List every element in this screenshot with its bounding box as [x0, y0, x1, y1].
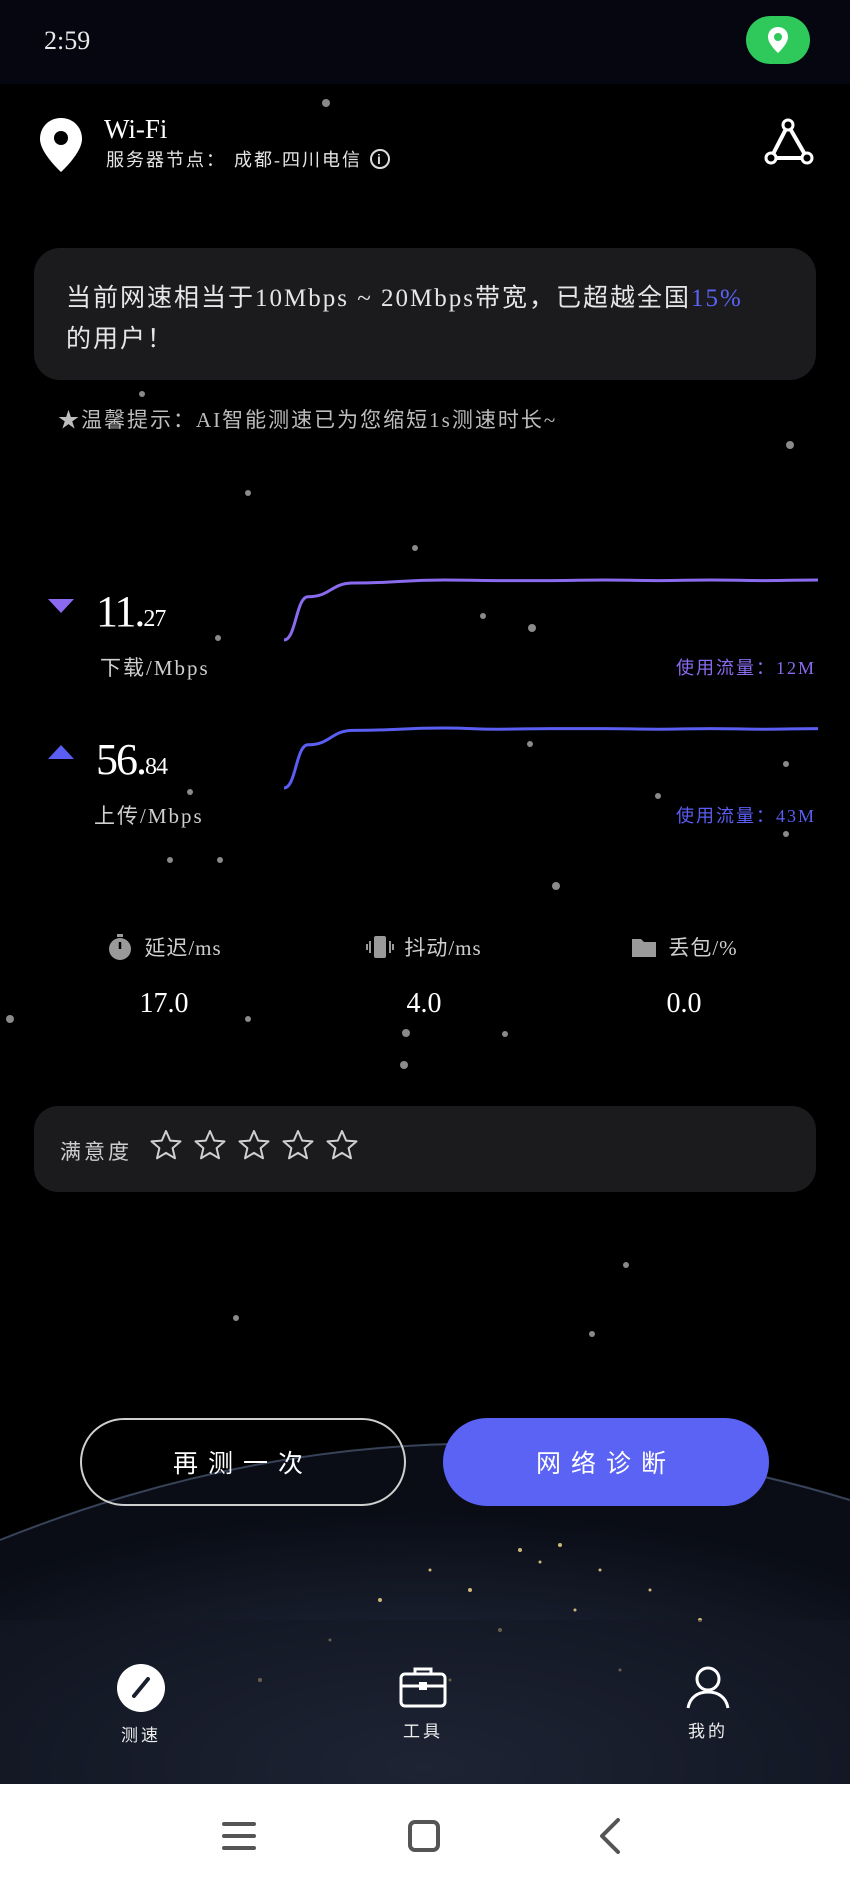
tab-tools[interactable]: 工具: [363, 1664, 483, 1742]
download-arrow-icon: [48, 599, 74, 613]
retest-button[interactable]: 再测一次: [80, 1418, 406, 1506]
download-curve: [284, 578, 818, 642]
server-node-label: 服务器节点：: [106, 150, 226, 170]
jitter-stat: 抖动/ms 4.0: [334, 932, 514, 1020]
download-speed: 11.27: [96, 587, 166, 636]
vibration-icon: [366, 936, 395, 958]
status-time: 2:59: [44, 26, 91, 55]
speedometer-icon: [117, 1664, 165, 1712]
tab-label: 工具: [403, 1722, 443, 1741]
star-icon[interactable]: [150, 1129, 182, 1161]
server-node-value: 成都-四川电信: [234, 150, 362, 170]
upload-speed: 56.84: [96, 735, 168, 784]
back-icon[interactable]: [596, 1816, 624, 1856]
server-node[interactable]: 服务器节点： 成都-四川电信 i: [106, 146, 390, 172]
location-pin-icon: [768, 27, 788, 53]
packet-loss-value: 0.0: [666, 988, 702, 1019]
star-icon[interactable]: [326, 1129, 358, 1161]
star-icon[interactable]: [282, 1129, 314, 1161]
status-bar: [0, 0, 850, 84]
packet-loss-stat: 丢包/% 0.0: [594, 932, 774, 1020]
tab-label: 测速: [121, 1726, 161, 1745]
share-icon[interactable]: [762, 118, 816, 168]
percent-highlight: 15%: [690, 285, 743, 312]
speed-curves: [284, 578, 818, 790]
download-unit-label: 下载/Mbps: [100, 656, 210, 680]
tab-label: 我的: [688, 1722, 728, 1741]
rating-label: 满意度: [60, 1140, 132, 1164]
jitter-value: 4.0: [406, 988, 442, 1019]
location-indicator: [746, 16, 810, 64]
upload-arrow-icon: [48, 745, 74, 759]
latency-label: 延迟/ms: [144, 936, 222, 960]
latency-value: 17.0: [139, 988, 189, 1019]
packet-loss-label: 丢包/%: [668, 936, 738, 960]
user-icon: [686, 1666, 730, 1709]
result-card: 当前网速相当于10Mbps ~ 20Mbps带宽，已超越全国15% 的用户！: [34, 248, 816, 380]
location-pin-icon: [40, 118, 82, 172]
info-icon[interactable]: i: [370, 149, 390, 169]
menu-icon[interactable]: [220, 1818, 258, 1854]
latency-stat: 延迟/ms 17.0: [74, 932, 254, 1020]
folder-icon: [632, 939, 657, 957]
result-summary: 当前网速相当于10Mbps ~ 20Mbps带宽，已超越全国15% 的用户！: [66, 285, 743, 353]
upload-unit-label: 上传/Mbps: [94, 804, 204, 828]
star-icon[interactable]: [238, 1129, 270, 1161]
tab-profile[interactable]: 我的: [648, 1664, 768, 1742]
jitter-label: 抖动/ms: [404, 936, 482, 960]
system-nav-bar: [0, 1784, 850, 1889]
rating-stars: [150, 1129, 358, 1161]
network-diagnosis-button[interactable]: 网络诊断: [443, 1418, 769, 1506]
tab-speedtest[interactable]: 测速: [81, 1662, 201, 1746]
toolbox-icon: [399, 1667, 447, 1708]
tip-text: ★温馨提示：AI智能测速已为您缩短1s测速时长~: [58, 408, 558, 432]
stopwatch-icon: [109, 934, 132, 960]
network-name: Wi-Fi: [104, 114, 168, 144]
upload-curve: [284, 726, 818, 790]
star-icon[interactable]: [194, 1129, 226, 1161]
home-icon[interactable]: [406, 1818, 442, 1854]
